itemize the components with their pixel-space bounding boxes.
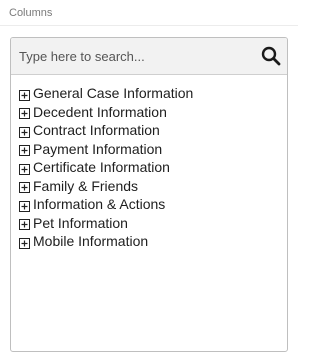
tree-item-payment-information[interactable]: Payment Information xyxy=(19,140,281,159)
plus-square-icon[interactable] xyxy=(19,236,30,249)
plus-square-icon[interactable] xyxy=(19,143,30,157)
tree-item-decedent-information[interactable]: Decedent Information xyxy=(19,103,281,122)
tree-item-label: Payment Information xyxy=(33,140,163,157)
section-label: Columns xyxy=(9,7,53,19)
tree-item-label: Information & Actions xyxy=(33,196,166,213)
tree-item-label: Certificate Information xyxy=(33,159,170,176)
plus-square-icon[interactable] xyxy=(19,88,30,101)
columns-header: Columns xyxy=(0,0,298,26)
plus-square-icon[interactable] xyxy=(19,162,30,175)
search-icon[interactable] xyxy=(261,46,281,66)
tree-item-mobile-information[interactable]: Mobile Information xyxy=(19,232,281,251)
tree-item-label: General Case Information xyxy=(33,85,194,102)
search-input[interactable] xyxy=(11,38,251,74)
tree-item-label: Decedent Information xyxy=(33,103,167,120)
plus-square-icon[interactable] xyxy=(19,106,30,120)
tree-item-label: Family & Friends xyxy=(33,177,139,194)
plus-square-icon[interactable] xyxy=(19,217,30,231)
tree-item-certificate-information[interactable]: Certificate Information xyxy=(19,158,281,177)
search-bar xyxy=(11,38,287,75)
tree-item-family-friends[interactable]: Family & Friends xyxy=(19,177,281,196)
tree-item-label: Pet Information xyxy=(33,214,128,231)
tree-item-information-actions[interactable]: Information & Actions xyxy=(19,195,281,214)
plus-square-icon[interactable] xyxy=(19,125,30,138)
plus-square-icon[interactable] xyxy=(19,180,30,194)
columns-panel: General Case Information Decedent Inform… xyxy=(10,37,288,352)
tree-item-label: Contract Information xyxy=(33,122,160,139)
tree-item-contract-information[interactable]: Contract Information xyxy=(19,121,281,140)
plus-square-icon[interactable] xyxy=(19,199,30,212)
tree-item-general-case-information[interactable]: General Case Information xyxy=(19,84,281,103)
tree-item-label: Mobile Information xyxy=(33,233,149,250)
tree-item-pet-information[interactable]: Pet Information xyxy=(19,214,281,233)
column-tree: General Case Information Decedent Inform… xyxy=(19,84,281,251)
